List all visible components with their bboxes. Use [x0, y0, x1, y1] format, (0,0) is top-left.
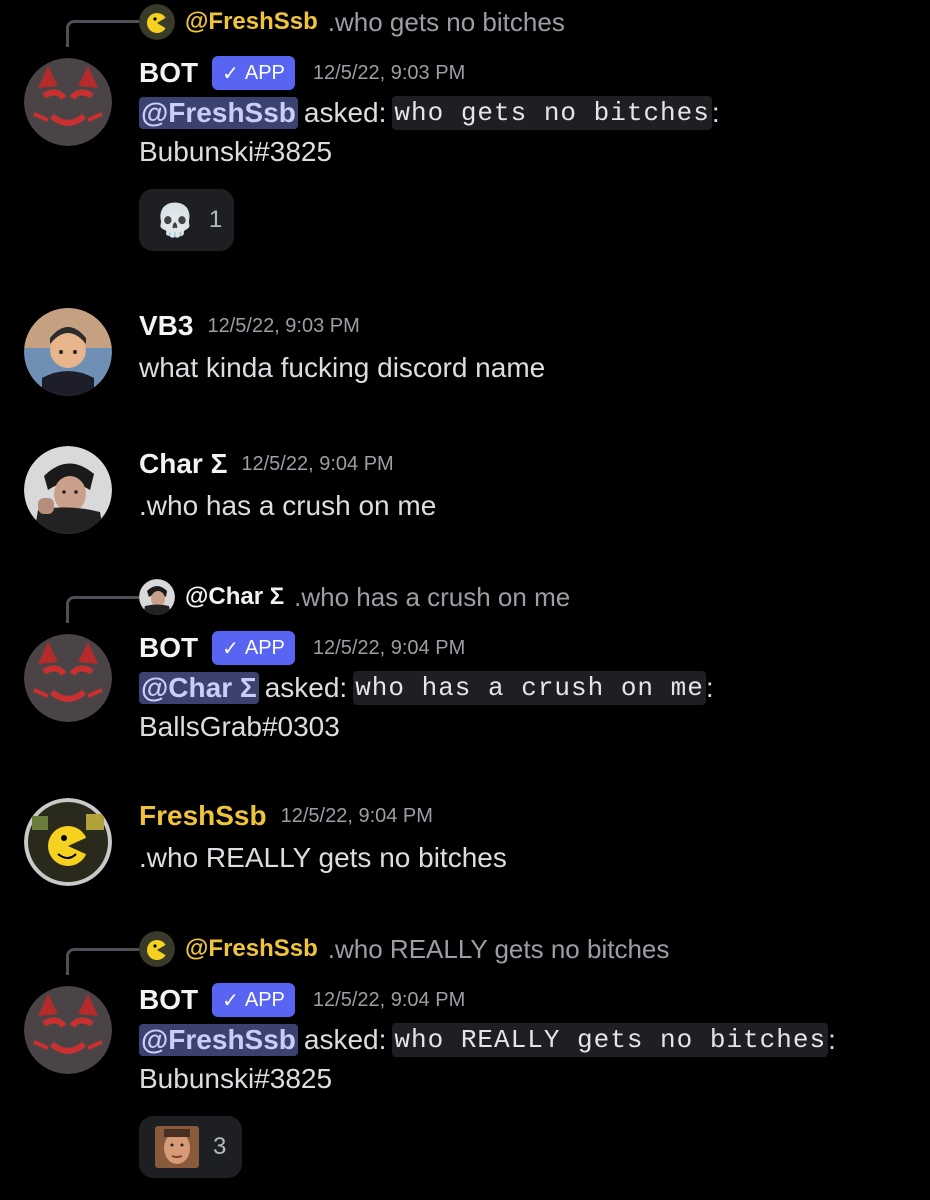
message-content: @FreshSsb asked: who REALLY gets no bitc…	[139, 1020, 836, 1060]
char-avatar-icon	[139, 579, 175, 615]
reply-connector	[66, 596, 139, 623]
pacman-avatar-icon	[139, 931, 175, 967]
bot-avatar-icon[interactable]	[24, 634, 112, 722]
inline-code: who REALLY gets no bitches	[392, 1023, 829, 1057]
checkmark-icon: ✓	[222, 637, 239, 660]
username[interactable]: BOT	[139, 984, 198, 1016]
timestamp: 12/5/22, 9:03 PM	[207, 314, 360, 337]
username[interactable]: BOT	[139, 632, 198, 664]
app-badge: ✓ APP	[212, 983, 295, 1017]
app-badge-label: APP	[244, 636, 285, 659]
bot-avatar-icon[interactable]	[24, 58, 112, 146]
asked-text: asked:	[264, 672, 348, 703]
vb3-avatar-icon[interactable]	[24, 308, 112, 396]
reply-connector	[66, 20, 139, 47]
char-avatar-icon[interactable]	[24, 446, 112, 534]
message-text: .who has a crush on me	[139, 490, 437, 521]
timestamp: 12/5/22, 9:04 PM	[312, 636, 466, 659]
app-badge: ✓ APP	[212, 56, 295, 90]
pacman-avatar-icon	[139, 4, 175, 40]
username[interactable]: Char Σ	[139, 448, 227, 480]
timestamp: 12/5/22, 9:04 PM	[280, 804, 433, 827]
message-result: Bubunski#3825	[139, 136, 333, 167]
message-result: Bubunski#3825	[139, 1063, 333, 1094]
reply-preview[interactable]: @FreshSsb .who gets no bitches	[139, 2, 565, 42]
reply-text: .who has a crush on me	[294, 581, 571, 612]
skull-icon: 💀	[155, 202, 195, 238]
app-badge: ✓ APP	[212, 631, 295, 665]
asked-text: asked:	[303, 97, 387, 128]
reaction-button[interactable]: 3	[139, 1116, 242, 1178]
reaction-count: 1	[208, 206, 223, 233]
reply-author[interactable]: @Char Σ	[185, 583, 284, 611]
timestamp: 12/5/22, 9:03 PM	[312, 61, 466, 84]
face-emoji-icon	[155, 1126, 199, 1168]
username[interactable]: BOT	[139, 57, 198, 89]
reply-author[interactable]: @FreshSsb	[185, 8, 318, 36]
reply-text: .who REALLY gets no bitches	[327, 933, 670, 964]
checkmark-icon: ✓	[222, 62, 239, 85]
timestamp: 12/5/22, 9:04 PM	[312, 988, 466, 1011]
message-result: BallsGrab#0303	[139, 711, 340, 742]
timestamp: 12/5/22, 9:04 PM	[241, 452, 394, 475]
colon-text: :	[828, 1024, 836, 1055]
colon-text: :	[705, 672, 714, 703]
username[interactable]: FreshSsb	[139, 800, 267, 832]
message-text: what kinda fucking discord name	[139, 352, 546, 383]
reply-text: .who gets no bitches	[327, 6, 565, 37]
reply-preview[interactable]: @FreshSsb .who REALLY gets no bitches	[139, 929, 669, 969]
reaction-button[interactable]: 💀 1	[139, 189, 234, 251]
inline-code: who has a crush on me	[353, 671, 706, 705]
reply-preview[interactable]: @Char Σ .who has a crush on me	[139, 577, 570, 617]
message-content: @FreshSsb asked: who gets no bitches:	[139, 93, 720, 133]
message-text: .who REALLY gets no bitches	[139, 842, 507, 873]
app-badge-label: APP	[244, 61, 285, 84]
username[interactable]: VB3	[139, 310, 193, 342]
pacman-avatar-icon[interactable]	[24, 798, 112, 886]
bot-avatar-icon[interactable]	[24, 986, 112, 1074]
reaction-count: 3	[213, 1133, 227, 1160]
inline-code: who gets no bitches	[392, 96, 712, 130]
app-badge-label: APP	[244, 988, 285, 1011]
reply-author[interactable]: @FreshSsb	[185, 935, 318, 963]
user-mention[interactable]: @FreshSsb	[139, 97, 298, 129]
user-mention[interactable]: @FreshSsb	[139, 1024, 298, 1056]
checkmark-icon: ✓	[222, 989, 239, 1012]
message-content: @Char Σ asked: who has a crush on me:	[139, 668, 714, 708]
user-mention[interactable]: @Char Σ	[139, 672, 259, 704]
reply-connector	[66, 948, 139, 975]
asked-text: asked:	[303, 1024, 387, 1055]
colon-text: :	[711, 97, 720, 128]
